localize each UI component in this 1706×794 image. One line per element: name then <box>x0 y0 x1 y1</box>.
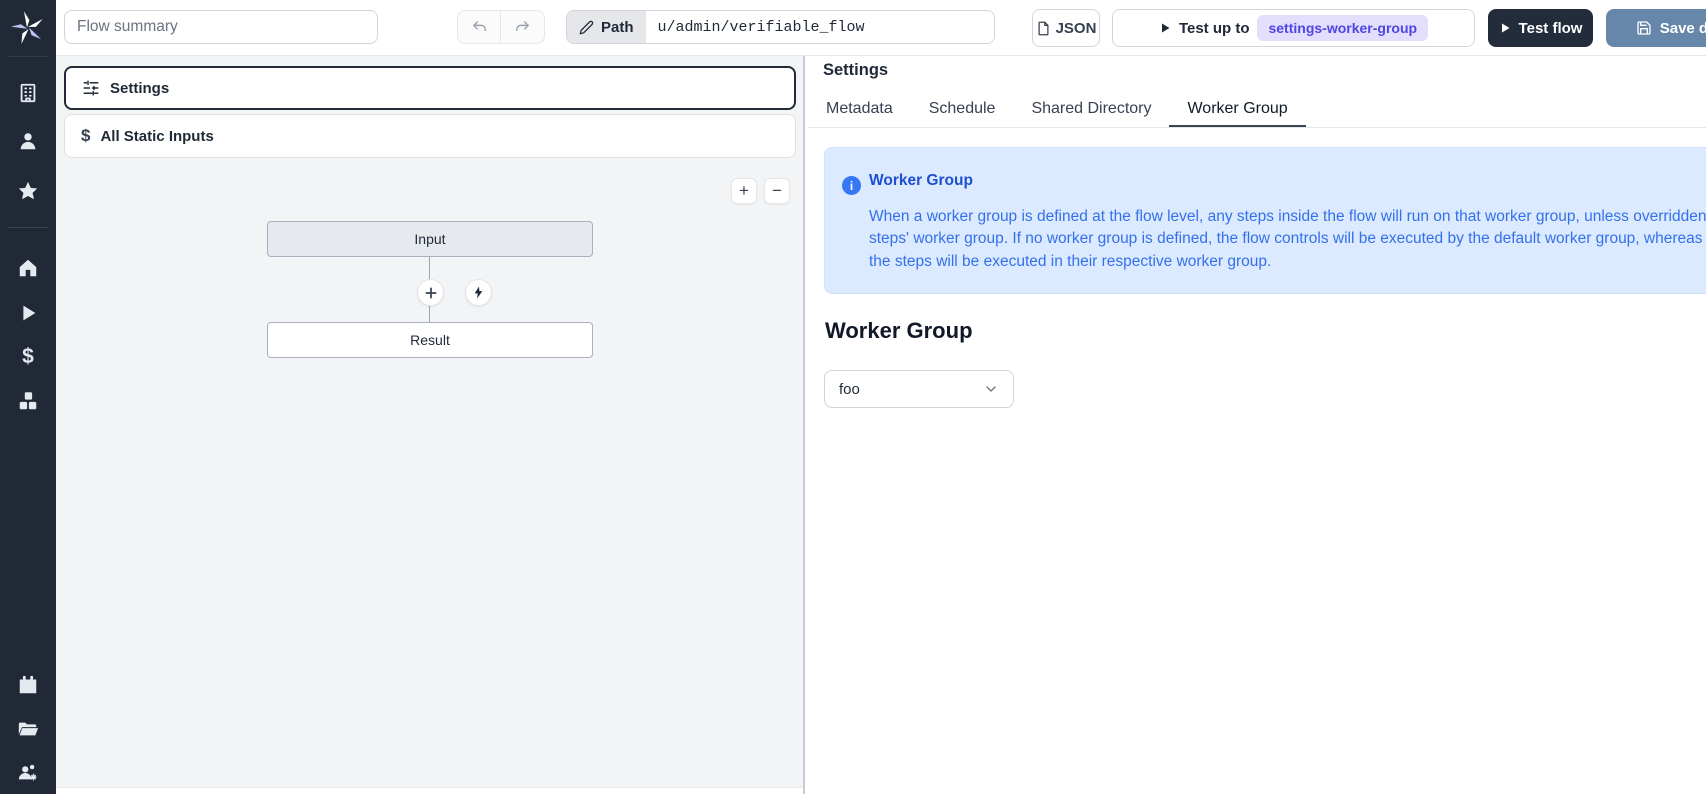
edit-path-button[interactable]: Path <box>567 11 646 43</box>
flow-input-node[interactable]: Input <box>267 221 593 257</box>
info-icon: i <box>842 176 861 195</box>
flow-graph-panel: Settings $ All Static Inputs + − Input R… <box>56 56 803 794</box>
canvas-bottom-bar <box>56 787 803 794</box>
test-flow-button[interactable]: Test flow <box>1488 9 1593 47</box>
worker-group-select-value: foo <box>839 381 860 398</box>
play-icon <box>1159 21 1171 35</box>
groups-users-gear-icon[interactable] <box>17 762 39 784</box>
save-draft-button[interactable]: Save draft <box>1606 9 1706 47</box>
tab-worker-group[interactable]: Worker Group <box>1169 92 1305 127</box>
resources-cubes-icon[interactable] <box>17 390 39 412</box>
zoom-in-button[interactable]: + <box>731 178 757 204</box>
plus-icon <box>424 286 438 300</box>
path-value-input[interactable] <box>646 11 994 43</box>
favorites-star-icon[interactable] <box>17 180 39 202</box>
top-toolbar: Path JSON Test up to settings-worker-gro… <box>56 0 1706 56</box>
result-node-label: Result <box>410 332 450 348</box>
flow-result-node[interactable]: Result <box>267 322 593 358</box>
lightning-bolt-icon <box>472 285 485 300</box>
flow-settings-label: Settings <box>110 80 169 97</box>
all-static-inputs-node[interactable]: $ All Static Inputs <box>64 114 796 158</box>
info-callout-body: When a worker group is defined at the fl… <box>869 206 1706 273</box>
info-callout-title: Worker Group <box>869 172 973 190</box>
undo-icon <box>471 19 488 36</box>
workspace-building-icon[interactable] <box>17 82 39 104</box>
input-node-label: Input <box>414 231 445 247</box>
json-export-button[interactable]: JSON <box>1032 9 1100 47</box>
test-up-to-button[interactable]: Test up to settings-worker-group <box>1112 9 1475 47</box>
path-field-group: Path <box>566 10 995 44</box>
worker-group-select[interactable]: foo <box>824 370 1014 408</box>
folders-icon[interactable] <box>17 718 39 740</box>
static-inputs-label: All Static Inputs <box>100 128 213 145</box>
sliders-icon <box>82 79 100 97</box>
save-floppy-icon <box>1636 20 1652 36</box>
schedules-calendar-icon[interactable] <box>17 674 39 696</box>
settings-tabs: Metadata Schedule Shared Directory Worke… <box>808 92 1706 128</box>
flow-summary-input[interactable] <box>64 10 378 44</box>
redo-icon <box>514 19 531 36</box>
info-line: steps' worker group. If no worker group … <box>869 228 1706 250</box>
settings-panel: Settings Metadata Schedule Shared Direct… <box>805 56 1706 794</box>
zoom-out-button[interactable]: − <box>764 178 790 204</box>
runs-play-icon[interactable] <box>17 302 39 324</box>
home-icon[interactable] <box>17 257 39 279</box>
tab-metadata[interactable]: Metadata <box>808 92 911 127</box>
app-sidebar: $ <box>0 0 56 794</box>
tab-schedule[interactable]: Schedule <box>911 92 1014 127</box>
worker-group-info-callout: i Worker Group When a worker group is de… <box>824 147 1706 294</box>
test-flow-label: Test flow <box>1519 20 1583 37</box>
panel-divider[interactable] <box>803 56 805 794</box>
save-draft-label: Save draft <box>1660 20 1706 37</box>
tab-shared-directory[interactable]: Shared Directory <box>1013 92 1169 127</box>
info-line: the steps will be executed in their resp… <box>869 251 1706 273</box>
test-up-to-label: Test up to <box>1179 20 1250 37</box>
user-icon[interactable] <box>17 130 39 152</box>
undo-redo-group <box>457 10 545 44</box>
add-step-button[interactable] <box>417 279 444 306</box>
redo-button[interactable] <box>501 11 544 43</box>
play-icon <box>1499 21 1511 35</box>
settings-panel-title: Settings <box>823 61 888 80</box>
test-up-to-step-badge[interactable]: settings-worker-group <box>1257 15 1428 41</box>
variables-dollar-icon[interactable]: $ <box>17 346 39 368</box>
windmill-logo-icon[interactable] <box>10 10 46 46</box>
undo-button[interactable] <box>458 11 501 43</box>
path-label: Path <box>601 19 634 36</box>
info-line: When a worker group is defined at the fl… <box>869 206 1706 228</box>
worker-group-section-title: Worker Group <box>825 318 973 344</box>
json-button-label: JSON <box>1056 20 1097 37</box>
file-json-icon <box>1036 21 1051 36</box>
flow-settings-node[interactable]: Settings <box>64 66 796 110</box>
add-trigger-button[interactable] <box>465 279 492 306</box>
pencil-icon <box>579 20 594 35</box>
chevron-down-icon <box>983 381 999 397</box>
dollar-icon: $ <box>81 126 90 146</box>
